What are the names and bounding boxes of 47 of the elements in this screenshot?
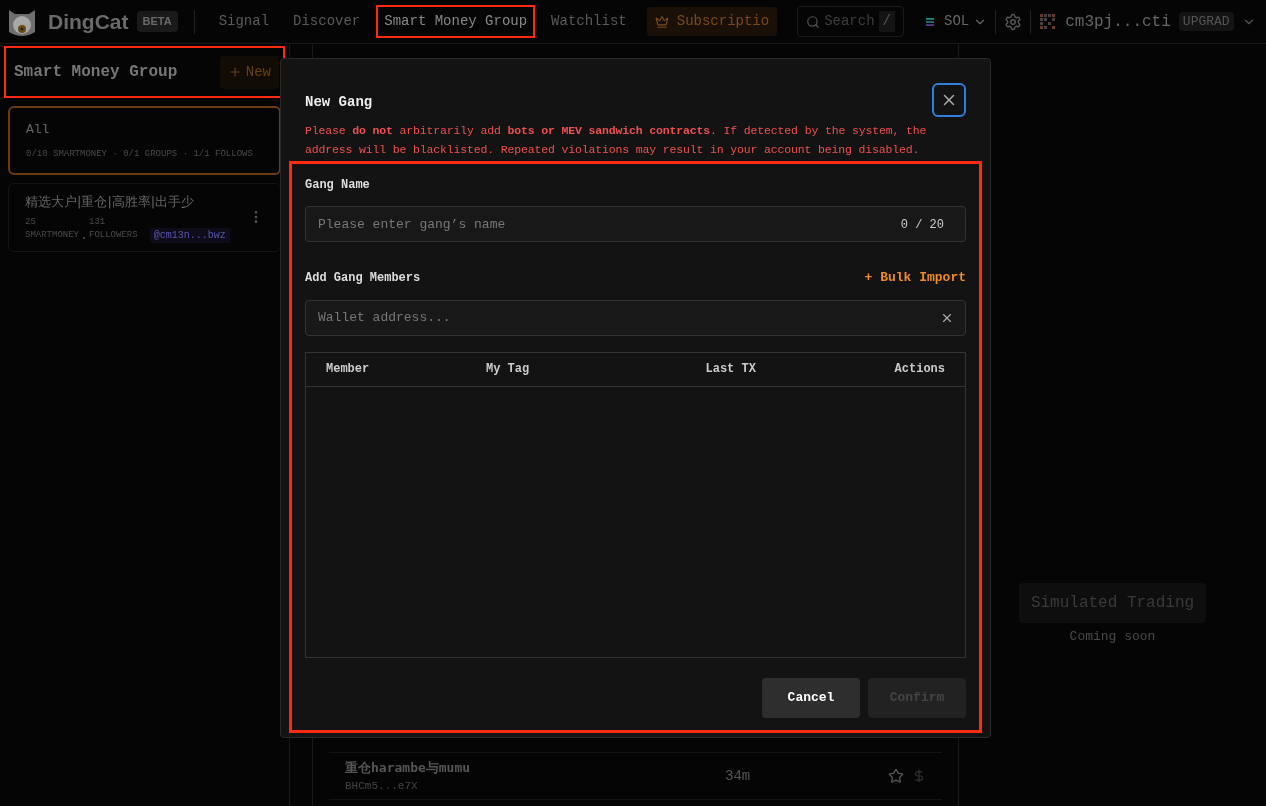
group-card[interactable]: All 0/10 SMARTMONEY · 0/1 GROUPS · 1/1 FOLLOWS <box>8 106 281 175</box>
wallet-name[interactable]: 重仓harambe与mumu <box>345 758 725 778</box>
star-icon[interactable] <box>888 768 904 784</box>
column-header: Last TX <box>704 361 757 378</box>
gang-name-label: Gang Name <box>305 177 371 194</box>
app-logo[interactable]: DingCat <box>48 5 129 38</box>
settings-icon[interactable] <box>1004 12 1023 31</box>
search-icon <box>806 14 821 29</box>
group-stats: 0/10 SMARTMONEY · 0/1 GROUPS · 1/1 FOLLOWS <box>26 147 254 161</box>
column-header: Member <box>326 361 371 378</box>
close-button[interactable] <box>932 83 966 117</box>
group-name: 精选大户|重仓|高胜率|出手少 <box>25 193 196 211</box>
chain-selector[interactable]: SOL <box>920 11 988 32</box>
character-counter: 0 / 20 <box>900 217 944 234</box>
sidebar-title: Smart Money Group <box>14 62 178 83</box>
new-group-button[interactable]: New <box>219 55 279 89</box>
nav-tab[interactable]: Discover <box>285 5 369 38</box>
account-address[interactable]: cm3pj...cti <box>1065 9 1171 34</box>
beta-badge: BETA <box>136 11 178 32</box>
warning-text: Please do not arbitrarily add bots or MEV sandwich contracts. If detected by the system, the address will be blacklisted. Repeated violations may result in your account being disabled. <box>304 123 928 158</box>
nav-tab[interactable]: Smart Money Group <box>376 5 536 38</box>
bulk-import-link[interactable]: + Bulk Import <box>864 268 966 288</box>
cancel-button[interactable]: Cancel <box>762 678 860 718</box>
column-header: Actions <box>893 361 945 378</box>
nav-tab[interactable]: Watchlist <box>543 5 635 38</box>
group-name: All <box>26 121 51 139</box>
column-header: My Tag <box>486 361 531 378</box>
followers-count: 131 <box>89 215 107 229</box>
upgrade-button[interactable]: UPGRAD <box>1178 11 1234 32</box>
wallet-address: BHCm5...e7X <box>345 778 419 794</box>
subscription-button[interactable]: Subscriptio <box>646 7 778 36</box>
members-label: Add Gang Members <box>305 269 421 287</box>
wallet-address-field[interactable]: Wallet address... <box>305 299 966 336</box>
creator-tag[interactable]: @cm13n...bwz <box>149 227 230 243</box>
crown-icon <box>654 14 669 29</box>
search-field[interactable]: Search / <box>797 6 904 37</box>
shortcut-key: / <box>878 11 895 32</box>
avatar-icon <box>1039 12 1058 31</box>
smartmoney-count: 25 <box>25 215 37 229</box>
followers-label: FOLLOWERS <box>89 229 138 242</box>
dollar-icon[interactable] <box>912 769 926 783</box>
smartmoney-label: SMARTMONEY <box>25 229 79 242</box>
nav-tab[interactable]: Signal <box>210 5 278 38</box>
last-tx-time: 34m <box>725 766 752 786</box>
coming-soon-text: Coming soon <box>1069 628 1156 647</box>
dialog-title: New Gang <box>305 92 373 112</box>
plus-icon <box>227 65 242 79</box>
